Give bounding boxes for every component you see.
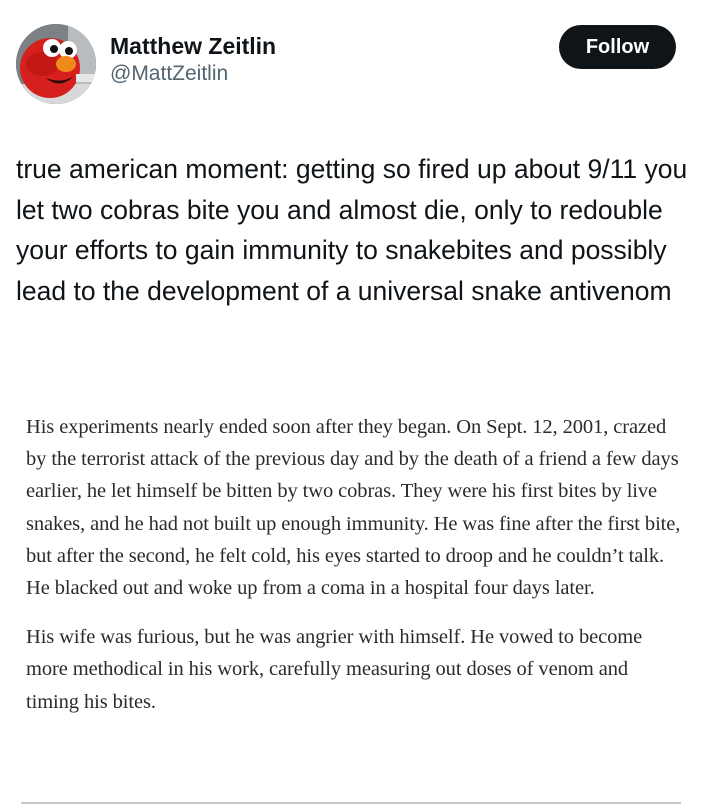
tweet-text: true american moment: getting so fired u… xyxy=(16,154,688,306)
author-display-name[interactable]: Matthew Zeitlin xyxy=(110,32,276,60)
author-handle[interactable]: @MattZeitlin xyxy=(110,60,276,88)
follow-button[interactable]: Follow xyxy=(559,25,676,69)
tweet-header: Matthew Zeitlin @MattZeitlin Follow xyxy=(16,22,692,106)
elmo-avatar-icon xyxy=(16,24,96,104)
divider xyxy=(21,802,681,804)
tweet-author: Matthew Zeitlin @MattZeitlin xyxy=(110,32,276,88)
avatar[interactable] xyxy=(16,24,96,104)
article-paragraph: His wife was furious, but he was angrier… xyxy=(26,626,643,713)
article-paragraph: His experiments nearly ended soon after … xyxy=(26,416,681,600)
article-screenshot: His experiments nearly ended soon after … xyxy=(17,392,691,806)
